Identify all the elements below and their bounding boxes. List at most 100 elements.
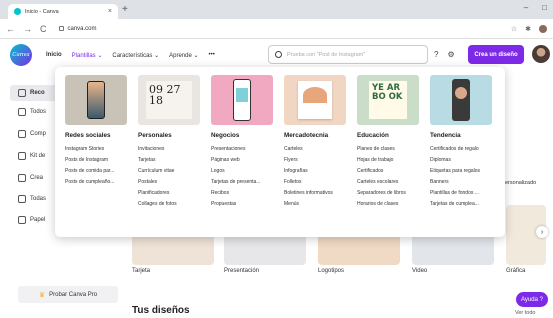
extensions-icon[interactable]: ✱	[525, 25, 531, 33]
sidebar-item-kit[interactable]: Kit de	[18, 152, 45, 160]
menu-item[interactable]: Carteles	[284, 144, 354, 155]
try-canva-pro-button[interactable]: ♛ Probar Canva Pro	[18, 286, 118, 303]
url-field[interactable]: canva.com	[58, 25, 97, 32]
thumbnail-redes-sociales[interactable]	[65, 75, 127, 125]
sidebar-item-crea[interactable]: Crea	[18, 174, 43, 182]
menu-item[interactable]: Posts de Instagram	[65, 155, 135, 166]
menu-item[interactable]: Infografías	[284, 166, 354, 177]
menu-item[interactable]: Invitaciones	[138, 144, 208, 155]
see-all-link[interactable]: Ver todo	[515, 310, 536, 316]
menu-column-tendencia: Tendencia Certificados de regalo Diploma…	[430, 75, 500, 210]
label-video: Video	[412, 268, 428, 274]
menu-item[interactable]: Carteles escolares	[357, 177, 427, 188]
menu-item[interactable]: Tarjetas de presenta...	[211, 177, 281, 188]
menu-item[interactable]: Horarios de clases	[357, 199, 427, 210]
lock-icon	[58, 26, 64, 31]
nav-aprende[interactable]: Aprende ⌄	[169, 52, 198, 59]
menu-item[interactable]: Logos	[211, 166, 281, 177]
menu-item[interactable]: Páginas web	[211, 155, 281, 166]
menu-item[interactable]: Planes de clases	[357, 144, 427, 155]
thumbnail-tendencia[interactable]	[430, 75, 492, 125]
home-icon	[18, 89, 26, 97]
menu-item[interactable]: Diplomas	[430, 155, 500, 166]
menu-item[interactable]: Propuestas	[211, 199, 281, 210]
menu-item[interactable]: Menús	[284, 199, 354, 210]
sidebar-item-label: Crea	[30, 175, 44, 181]
minimize-icon[interactable]: –	[524, 3, 528, 12]
menu-item[interactable]: Banners	[430, 177, 500, 188]
help-button[interactable]: Ayuda ?	[516, 292, 548, 307]
column-title[interactable]: Redes sociales	[65, 132, 135, 139]
column-title[interactable]: Negocios	[211, 132, 281, 139]
star-icon[interactable]: ☆	[511, 25, 517, 33]
menu-item[interactable]: Hojas de trabajo	[357, 155, 427, 166]
sidebar-item-label: Comp	[30, 131, 47, 137]
menu-item[interactable]: Currículum vitae	[138, 166, 208, 177]
menu-item[interactable]: Instagram Stories	[65, 144, 135, 155]
menu-column-redes-sociales: Redes sociales Instagram Stories Posts d…	[65, 75, 135, 188]
template-icon	[18, 174, 26, 182]
new-tab-icon[interactable]: +	[122, 4, 128, 15]
menu-item[interactable]: Posts de comida par...	[65, 166, 135, 177]
thumbnail-mercadotecnia[interactable]	[284, 75, 346, 125]
url-text: canva.com	[67, 25, 97, 32]
label-logotipos: Logotipos	[318, 268, 345, 274]
section-title-tus-disenos: Tus diseños	[132, 305, 190, 316]
forward-icon[interactable]: →	[23, 24, 32, 34]
trash-icon	[18, 216, 26, 224]
reload-icon[interactable]: C	[40, 24, 47, 34]
menu-item[interactable]: Planificadores	[138, 188, 208, 199]
chevron-down-icon: ⌄	[97, 52, 103, 59]
phone-mockup	[87, 81, 105, 119]
column-title[interactable]: Mercadotecnia	[284, 132, 354, 139]
crown-icon: ♛	[38, 291, 46, 299]
menu-item[interactable]: Certificados de regalo	[430, 144, 500, 155]
thumbnail-negocios[interactable]	[211, 75, 273, 125]
menu-item[interactable]: Recibos	[211, 188, 281, 199]
try-canva-pro-label: Probar Canva Pro	[49, 291, 98, 298]
sidebar-item-compartido[interactable]: Comp	[18, 130, 46, 138]
browser-tab[interactable]: Inicio - Canva ×	[8, 4, 118, 19]
thumbnail-educacion[interactable]: YE AR BO OK	[357, 75, 419, 125]
menu-item[interactable]: Etiquetas para regalos	[430, 166, 500, 177]
menu-item[interactable]: Plantillas de fondos ...	[430, 188, 500, 199]
search-icon	[275, 51, 282, 58]
search-input[interactable]: Prueba con "Post de Instagram"	[268, 45, 428, 64]
nav-caracteristicas[interactable]: Características ⌄	[112, 52, 159, 59]
column-title[interactable]: Personales	[138, 132, 208, 139]
thumbnail-personales[interactable]: 09 27 18	[138, 75, 200, 125]
sidebar-item-label: Todos	[30, 109, 47, 115]
sidebar-item-todos[interactable]: Todos	[18, 108, 46, 116]
menu-item[interactable]: Postales	[138, 177, 208, 188]
chevron-right-icon[interactable]: ›	[536, 226, 548, 238]
menu-item[interactable]: Presentaciones	[211, 144, 281, 155]
gear-icon[interactable]: ⚙	[447, 50, 454, 59]
menu-item[interactable]: Collages de fotos	[138, 199, 208, 210]
menu-item[interactable]: Boletines informativos	[284, 188, 354, 199]
column-title[interactable]: Educación	[357, 132, 427, 139]
sidebar-item-todas[interactable]: Todas	[18, 195, 46, 203]
menu-item[interactable]: Flyers	[284, 155, 354, 166]
nav-caracteristicas-label: Características	[112, 52, 153, 59]
column-title[interactable]: Tendencia	[430, 132, 500, 139]
sidebar-item-label: Kit de	[30, 153, 46, 159]
menu-item[interactable]: Tarjetas	[138, 155, 208, 166]
nav-inicio[interactable]: Inicio	[46, 52, 62, 58]
sidebar-item-papelera[interactable]: Papel	[18, 216, 45, 224]
menu-item[interactable]: Posts de cumpleaño...	[65, 177, 135, 188]
close-tab-icon[interactable]: ×	[108, 8, 112, 15]
back-icon[interactable]: ←	[6, 24, 15, 34]
nav-plantillas[interactable]: Plantillas ⌄	[72, 52, 103, 59]
maximize-icon[interactable]: □	[542, 3, 547, 12]
more-menu-icon[interactable]: •••	[209, 52, 215, 58]
create-design-button[interactable]: Crea un diseño	[468, 45, 524, 64]
user-avatar[interactable]	[532, 45, 550, 63]
tab-title: Inicio - Canva	[25, 8, 59, 15]
profile-avatar[interactable]	[539, 24, 547, 33]
canva-logo[interactable]: Canva	[10, 44, 32, 66]
help-icon[interactable]: ?	[434, 50, 438, 59]
menu-item[interactable]: Folletos	[284, 177, 354, 188]
menu-item[interactable]: Certificados	[357, 166, 427, 177]
menu-item[interactable]: Separadores de libros	[357, 188, 427, 199]
menu-item[interactable]: Tarjetas de cumplea...	[430, 199, 500, 210]
